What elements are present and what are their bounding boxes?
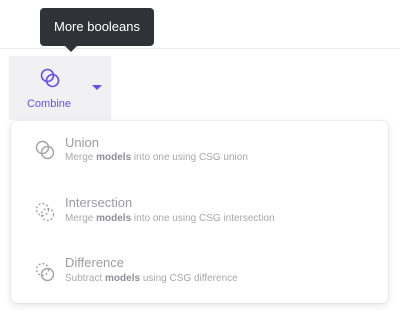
menu-item-title: Difference [65,255,125,270]
menu-item-title: Intersection [65,195,133,210]
menu-item-title: Union [65,135,99,150]
menu-item-intersection[interactable]: Intersection Merge models into one using… [11,187,388,243]
tooltip-text: More booleans [54,19,140,34]
menu-item-description: Subtract models using CSG difference [65,273,238,284]
combine-label: Combine [26,98,72,110]
toolbar-divider [0,48,400,49]
chevron-down-icon[interactable] [92,85,102,90]
intersection-icon [35,202,55,222]
menu-item-difference[interactable]: Difference Subtract models using CSG dif… [11,247,388,303]
menu-item-description: Merge models into one using CSG union [65,152,248,163]
combine-button[interactable]: Combine [9,56,111,120]
union-icon [35,140,55,160]
combine-icon [40,68,60,88]
tooltip: More booleans [40,8,154,46]
app-canvas: More booleans Combine Union Merge models… [0,0,400,316]
menu-item-union[interactable]: Union Merge models into one using CSG un… [11,128,388,184]
difference-icon [35,262,55,282]
menu-item-description: Merge models into one using CSG intersec… [65,213,275,224]
combine-dropdown-menu: Union Merge models into one using CSG un… [11,121,388,303]
tooltip-arrow [64,45,78,52]
